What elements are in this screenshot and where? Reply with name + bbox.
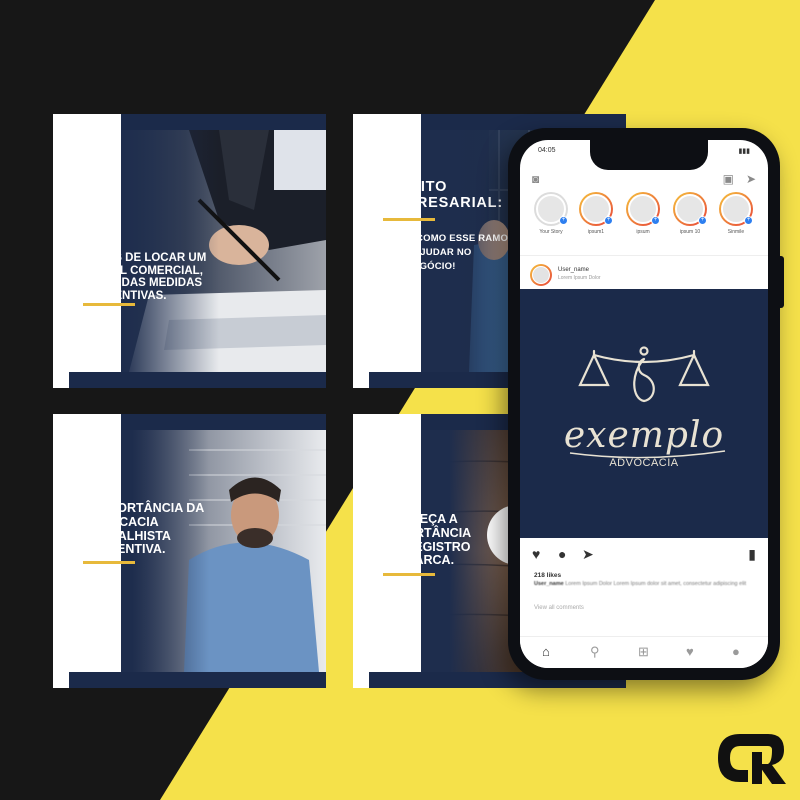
scales-logo-icon <box>578 346 710 403</box>
brand-logo-icon <box>718 734 786 784</box>
profile-icon[interactable]: ● <box>732 644 740 659</box>
post-location[interactable]: Lorem Ipsum Dolor <box>558 275 601 281</box>
phone-notch <box>590 140 708 170</box>
add-story-icon: + <box>559 216 568 225</box>
home-icon[interactable]: ⌂ <box>542 644 550 659</box>
feed-post-image[interactable]: exemplo ADVOCACIA <box>520 289 768 538</box>
post-card-3[interactable]: A IMPORTÂNCIA DA ADVOCACIA TRABALHISTA P… <box>53 414 326 688</box>
post-title: ANTES DE LOCAR UM IMÓVEL COMERCIAL, SAIB… <box>83 252 207 302</box>
post-actions: ♥ ● ➤ ▮ <box>520 542 768 566</box>
bottom-nav: ⌂ ⚲ ⊞ ♥ ● <box>520 636 768 668</box>
instagram-topbar: ◙ ▣ ➤ <box>520 168 768 190</box>
igtv-icon[interactable]: ▣ <box>723 172 734 186</box>
stories-bar: + Your Story + ipsum1 + ipsum + ipsum 10… <box>520 192 768 248</box>
story-badge-icon: + <box>651 216 660 225</box>
post-subtitle: SAIBA COMO ESSE RAMO PODE AJUDAR NO SEU … <box>383 233 509 272</box>
feed-post-header: User_name Lorem Ipsum Dolor <box>520 255 768 289</box>
story-item[interactable]: + Your Story <box>532 192 570 235</box>
avatar[interactable] <box>530 264 552 286</box>
send-icon[interactable]: ➤ <box>582 546 594 563</box>
story-badge-icon: + <box>698 216 707 225</box>
post-username[interactable]: User_name <box>558 267 589 273</box>
story-badge-icon: + <box>744 216 753 225</box>
add-icon[interactable]: ⊞ <box>638 644 649 660</box>
post-title: DIREITO EMPRESARIAL: <box>383 179 503 211</box>
post-card-1[interactable]: ANTES DE LOCAR UM IMÓVEL COMERCIAL, SAIB… <box>53 114 326 388</box>
logo-subtitle: ADVOCACIA <box>609 457 679 469</box>
story-item[interactable]: + ipsum <box>624 192 662 235</box>
heart-icon[interactable]: ♥ <box>532 546 540 562</box>
story-item[interactable]: + ipsum 10 <box>671 192 709 235</box>
title-underline <box>383 218 435 221</box>
bookmark-icon[interactable]: ▮ <box>748 546 756 563</box>
view-comments-link[interactable]: View all comments <box>534 605 584 611</box>
search-icon[interactable]: ⚲ <box>590 644 600 660</box>
comment-icon[interactable]: ● <box>558 546 566 562</box>
camera-icon[interactable]: ◙ <box>532 172 539 186</box>
post-title: CONHEÇA A IMPORTÂNCIA DO REGISTRO DA MAR… <box>383 512 472 568</box>
story-item[interactable]: + Sinmile <box>717 192 755 235</box>
title-underline <box>383 573 435 576</box>
title-underline <box>83 303 135 306</box>
post-title: A IMPORTÂNCIA DA ADVOCACIA TRABALHISTA P… <box>83 501 205 557</box>
heart-icon[interactable]: ♥ <box>686 644 694 659</box>
likes-count[interactable]: 218 likes <box>534 572 561 579</box>
story-badge-icon: + <box>604 216 613 225</box>
status-icons: ▮▮▮ <box>738 148 750 155</box>
post-caption: User_name Lorem Ipsum Dolor Lorem Ipsum … <box>534 581 747 587</box>
phone-mockup: 04:05 ▮▮▮ ◙ ▣ ➤ + Your Story + ipsum1 + … <box>508 128 784 680</box>
instagram-screen: 04:05 ▮▮▮ ◙ ▣ ➤ + Your Story + ipsum1 + … <box>520 140 768 668</box>
story-item[interactable]: + ipsum1 <box>577 192 615 235</box>
title-underline <box>83 561 135 564</box>
status-time: 04:05 <box>538 147 556 154</box>
send-icon[interactable]: ➤ <box>746 172 756 186</box>
